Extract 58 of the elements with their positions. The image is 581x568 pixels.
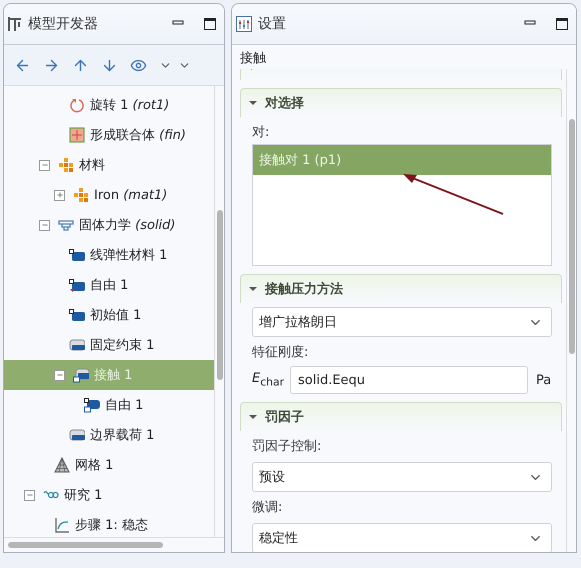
node-title: 接触 (239, 50, 267, 68)
dropdown[interactable]: 增广拉格朗日 (252, 307, 552, 337)
mesh-icon (54, 457, 70, 473)
union-icon (69, 127, 85, 143)
contact-free-icon (84, 397, 100, 413)
maximize-icon[interactable] (204, 18, 216, 30)
tree-item[interactable]: 自由 1 (4, 390, 214, 420)
tree-item[interactable]: 研究 1 (4, 480, 214, 510)
scrollbar-thumb[interactable] (8, 542, 163, 548)
section-title: 对选择 (265, 95, 304, 112)
settings-icon (236, 16, 252, 32)
section-header[interactable]: 对选择 (240, 88, 562, 117)
tree-item[interactable]: 边界载荷 1 (4, 420, 214, 450)
model-tree-icon (8, 16, 22, 32)
tree-item[interactable]: 自由 1 (4, 270, 214, 300)
tree-item[interactable]: 固体力学 (solid) (4, 210, 214, 240)
tree-item[interactable]: 材料 (4, 150, 214, 180)
section-title: 接触压力方法 (265, 280, 343, 298)
tree-item[interactable]: 形成联合体 (fin) (4, 120, 214, 150)
maximize-icon[interactable] (556, 18, 568, 30)
collapse-icon[interactable] (54, 370, 65, 380)
expand-icon[interactable] (54, 190, 65, 200)
contact-node-icon (73, 367, 89, 383)
domain-node-icon (69, 247, 85, 263)
materials-icon (58, 157, 74, 173)
input-field[interactable]: solid.Eequ (290, 366, 528, 394)
field-label: 对: (252, 125, 270, 140)
tree-item[interactable]: 线弹性材料 1 (4, 240, 214, 270)
scrollbar-thumb[interactable] (569, 119, 575, 354)
dropdown[interactable]: 预设 (252, 462, 552, 492)
tree-item[interactable]: 网格 1 (4, 450, 214, 480)
field-label: 罚因子控制: (252, 439, 322, 454)
tree-item[interactable]: 固定约束 1 (4, 330, 214, 360)
collapse-icon[interactable] (24, 490, 35, 500)
free-node-icon (69, 277, 85, 293)
rotate-icon (69, 97, 85, 113)
materials-icon (73, 187, 89, 203)
tree-item[interactable]: 旋转 1 (rot1) (4, 90, 214, 120)
field-label: 特征刚度: (252, 345, 310, 360)
boundary-node-icon (69, 337, 85, 353)
panel-title: 设置 (258, 15, 287, 33)
panel-title: 模型开发器 (28, 15, 99, 33)
tree-item[interactable]: Iron (mat1) (4, 180, 214, 210)
tree-item[interactable]: 步骤 1: 稳态 (4, 510, 214, 537)
section-header[interactable]: 罚因子 (240, 402, 562, 431)
symbol-label: E$_{char}$ (252, 371, 282, 389)
dropdown[interactable]: 稳定性 (252, 523, 552, 552)
boundary-node-icon (69, 427, 85, 443)
collapse-icon[interactable] (39, 220, 50, 230)
section-header[interactable]: 接触压力方法 (240, 274, 562, 303)
collapse-icon[interactable] (39, 160, 50, 170)
unit-label: Pa (536, 372, 552, 388)
tree-item[interactable]: 初始值 1 (4, 300, 214, 330)
field-label: 微调: (252, 500, 284, 515)
study-step-icon (54, 517, 70, 533)
domain-node-icon (69, 307, 85, 323)
scrollbar-thumb[interactable] (217, 210, 223, 380)
section-title: 罚因子 (265, 409, 304, 426)
